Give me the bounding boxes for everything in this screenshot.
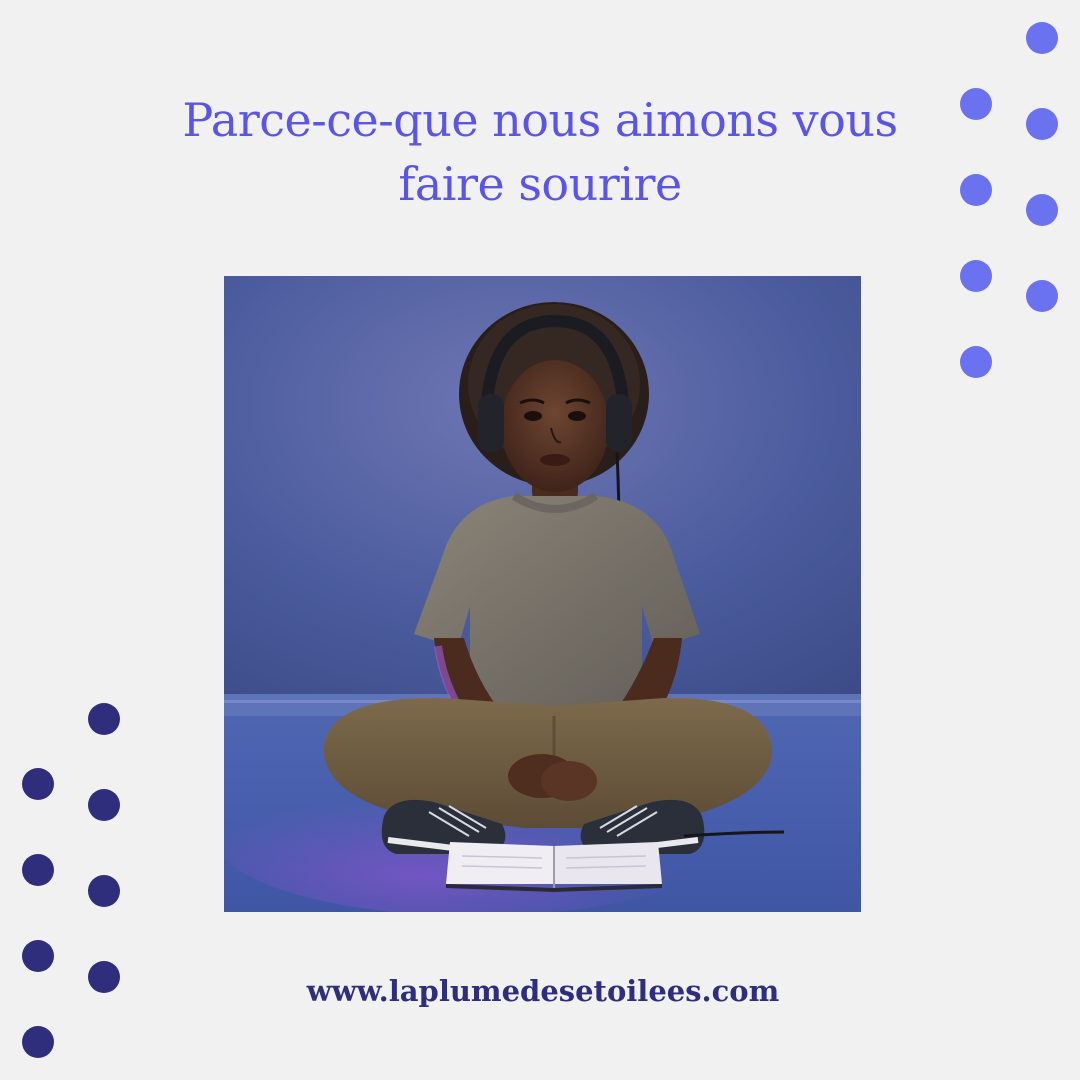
hero-illustration: [224, 276, 861, 912]
decor-dot: [88, 703, 120, 735]
decor-dot: [88, 789, 120, 821]
headline: Parce-ce-que nous aimons vous faire sour…: [100, 88, 980, 216]
decor-dot: [22, 854, 54, 886]
decor-dot: [1026, 22, 1058, 54]
decor-dot: [960, 88, 992, 120]
headline-line-1: Parce-ce-que nous aimons vous: [182, 93, 898, 147]
decor-dot: [1026, 108, 1058, 140]
decor-dot: [22, 1026, 54, 1058]
decor-dot: [960, 174, 992, 206]
girl-with-headphones-illustration: [224, 276, 861, 912]
headline-line-2: faire sourire: [398, 157, 682, 211]
decor-dot: [22, 768, 54, 800]
decor-dot: [88, 875, 120, 907]
decor-dot: [960, 346, 992, 378]
decor-dot: [1026, 194, 1058, 226]
decor-dot: [1026, 280, 1058, 312]
website-url[interactable]: www.laplumedesetoilees.com: [0, 968, 1080, 1014]
decor-dot: [960, 260, 992, 292]
